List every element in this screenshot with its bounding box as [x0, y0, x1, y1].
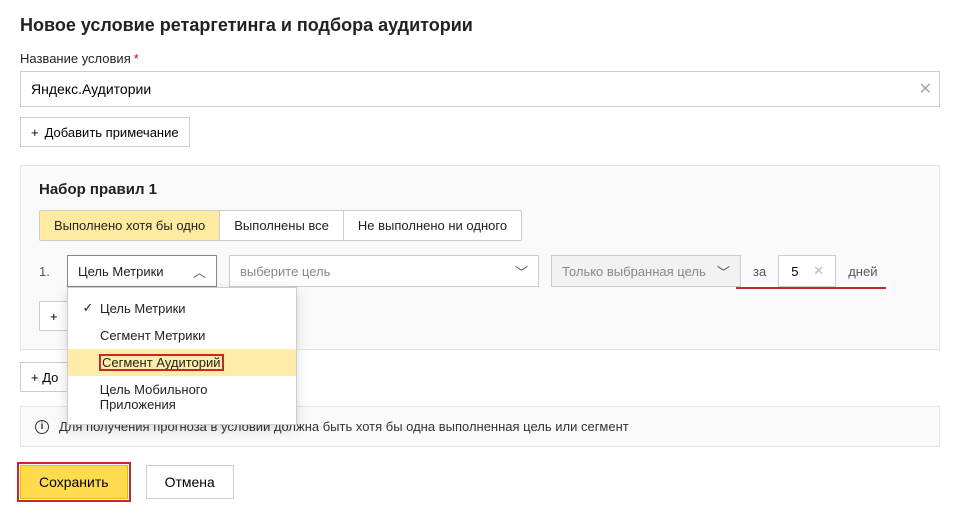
rule-number: 1.	[39, 264, 55, 279]
source-option-metric-goal[interactable]: ✓ Цель Метрики	[68, 294, 296, 322]
rule-row: 1. Цель Метрики ︿ ✓ Цель Метрики Сегмент…	[39, 255, 921, 287]
source-option-audience-segment[interactable]: Сегмент Аудиторий	[68, 349, 296, 376]
mode-none-button[interactable]: Не выполнено ни одного	[344, 211, 521, 240]
page-title: Новое условие ретаргетинга и подбора ауд…	[20, 15, 940, 36]
days-input[interactable]	[789, 263, 813, 280]
chevron-down-icon: ﹀	[717, 262, 730, 281]
check-icon: ✓	[80, 300, 96, 316]
source-option-metric-segment[interactable]: Сегмент Метрики	[68, 322, 296, 349]
chevron-up-icon: ︿	[193, 262, 206, 281]
condition-name-input[interactable]	[20, 71, 940, 107]
clear-days-icon[interactable]: ✕	[813, 263, 824, 279]
days-suffix: дней	[848, 264, 877, 279]
plus-icon: +	[31, 125, 39, 140]
cancel-button[interactable]: Отмена	[146, 465, 234, 499]
clear-name-icon[interactable]: ✕	[919, 79, 932, 99]
source-dropdown: ✓ Цель Метрики Сегмент Метрики Сегмент А…	[67, 287, 297, 425]
mode-segmented-control: Выполнено хотя бы одно Выполнены все Не …	[39, 210, 522, 241]
mode-all-button[interactable]: Выполнены все	[220, 211, 344, 240]
info-icon: i	[35, 420, 49, 434]
ruleset-title: Набор правил 1	[39, 181, 921, 198]
validation-underline	[736, 287, 886, 289]
days-input-wrap: ✕	[778, 255, 836, 287]
name-label: Название условия*	[20, 51, 940, 66]
mode-any-button[interactable]: Выполнено хотя бы одно	[40, 211, 220, 240]
source-option-mobile-app-goal[interactable]: Цель Мобильного Приложения	[68, 376, 296, 418]
footer-actions: Сохранить Отмена	[20, 465, 940, 499]
source-select[interactable]: Цель Метрики ︿	[67, 255, 217, 287]
goal-select[interactable]: выберите цель ﹀	[229, 255, 539, 287]
save-button[interactable]: Сохранить	[20, 465, 128, 499]
scope-select: Только выбранная цель ﹀	[551, 255, 741, 287]
ruleset-panel: Набор правил 1 Выполнено хотя бы одно Вы…	[20, 165, 940, 350]
days-prefix: за	[753, 264, 766, 279]
required-asterisk: *	[134, 51, 139, 66]
add-ruleset-button[interactable]: + До	[20, 362, 69, 392]
chevron-down-icon: ﹀	[515, 262, 528, 281]
add-note-button[interactable]: + Добавить примечание	[20, 117, 190, 147]
add-rule-button[interactable]: +	[39, 301, 69, 331]
